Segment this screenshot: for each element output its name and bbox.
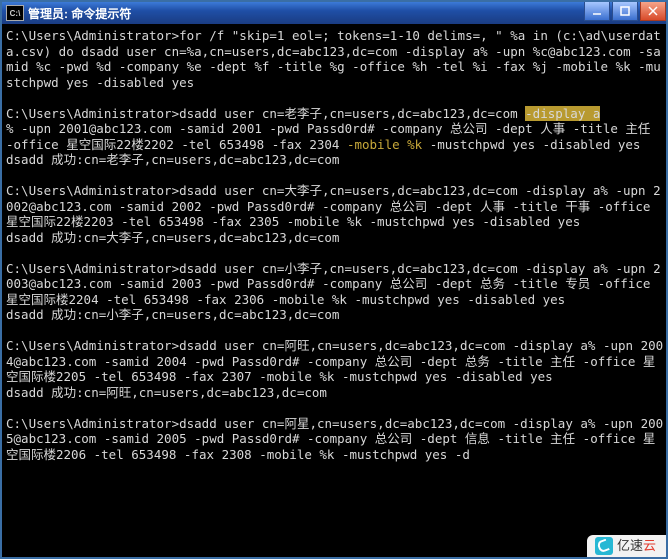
console-line: dsadd 成功:cn=阿旺,cn=users,dc=abc123,dc=com bbox=[6, 385, 664, 401]
watermark-text-prefix: 亿速 bbox=[617, 538, 643, 554]
console-line: C:\Users\Administrator>for /f "skip=1 eo… bbox=[6, 28, 664, 90]
sysicon-text: C:\ bbox=[10, 9, 21, 18]
console-output[interactable]: C:\Users\Administrator>for /f "skip=1 eo… bbox=[2, 24, 666, 557]
console-line: C:\Users\Administrator>dsadd user cn=老李子… bbox=[6, 106, 664, 122]
console-line bbox=[6, 323, 664, 339]
watermark-text-suffix: 云 bbox=[643, 538, 656, 554]
console-line bbox=[6, 245, 664, 261]
console-line: dsadd 成功:cn=老李子,cn=users,dc=abc123,dc=co… bbox=[6, 152, 664, 168]
maximize-button[interactable] bbox=[612, 2, 638, 21]
console-line: C:\Users\Administrator>dsadd user cn=阿旺,… bbox=[6, 338, 664, 385]
titlebar[interactable]: C:\ 管理员: 命令提示符 bbox=[2, 2, 666, 24]
console-line: C:\Users\Administrator>dsadd user cn=小李子… bbox=[6, 261, 664, 308]
console-line: C:\Users\Administrator>dsadd user cn=大李子… bbox=[6, 183, 664, 230]
cmd-window: C:\ 管理员: 命令提示符 C:\Users\Administrator>fo… bbox=[0, 0, 668, 559]
console-line bbox=[6, 400, 664, 416]
system-menu-icon[interactable]: C:\ bbox=[6, 5, 24, 21]
console-line bbox=[6, 90, 664, 106]
window-buttons bbox=[582, 2, 666, 24]
watermark-badge: 亿速云 bbox=[587, 535, 666, 557]
window-title: 管理员: 命令提示符 bbox=[28, 5, 582, 22]
console-line: dsadd 成功:cn=小李子,cn=users,dc=abc123,dc=co… bbox=[6, 307, 664, 323]
minimize-button[interactable] bbox=[584, 2, 610, 21]
watermark-logo-icon bbox=[595, 537, 613, 555]
console-line: % -upn 2001@abc123.com -samid 2001 -pwd … bbox=[6, 121, 664, 152]
console-line bbox=[6, 168, 664, 184]
console-line: dsadd 成功:cn=大李子,cn=users,dc=abc123,dc=co… bbox=[6, 230, 664, 246]
console-line: C:\Users\Administrator>dsadd user cn=阿星,… bbox=[6, 416, 664, 463]
close-button[interactable] bbox=[640, 2, 666, 21]
